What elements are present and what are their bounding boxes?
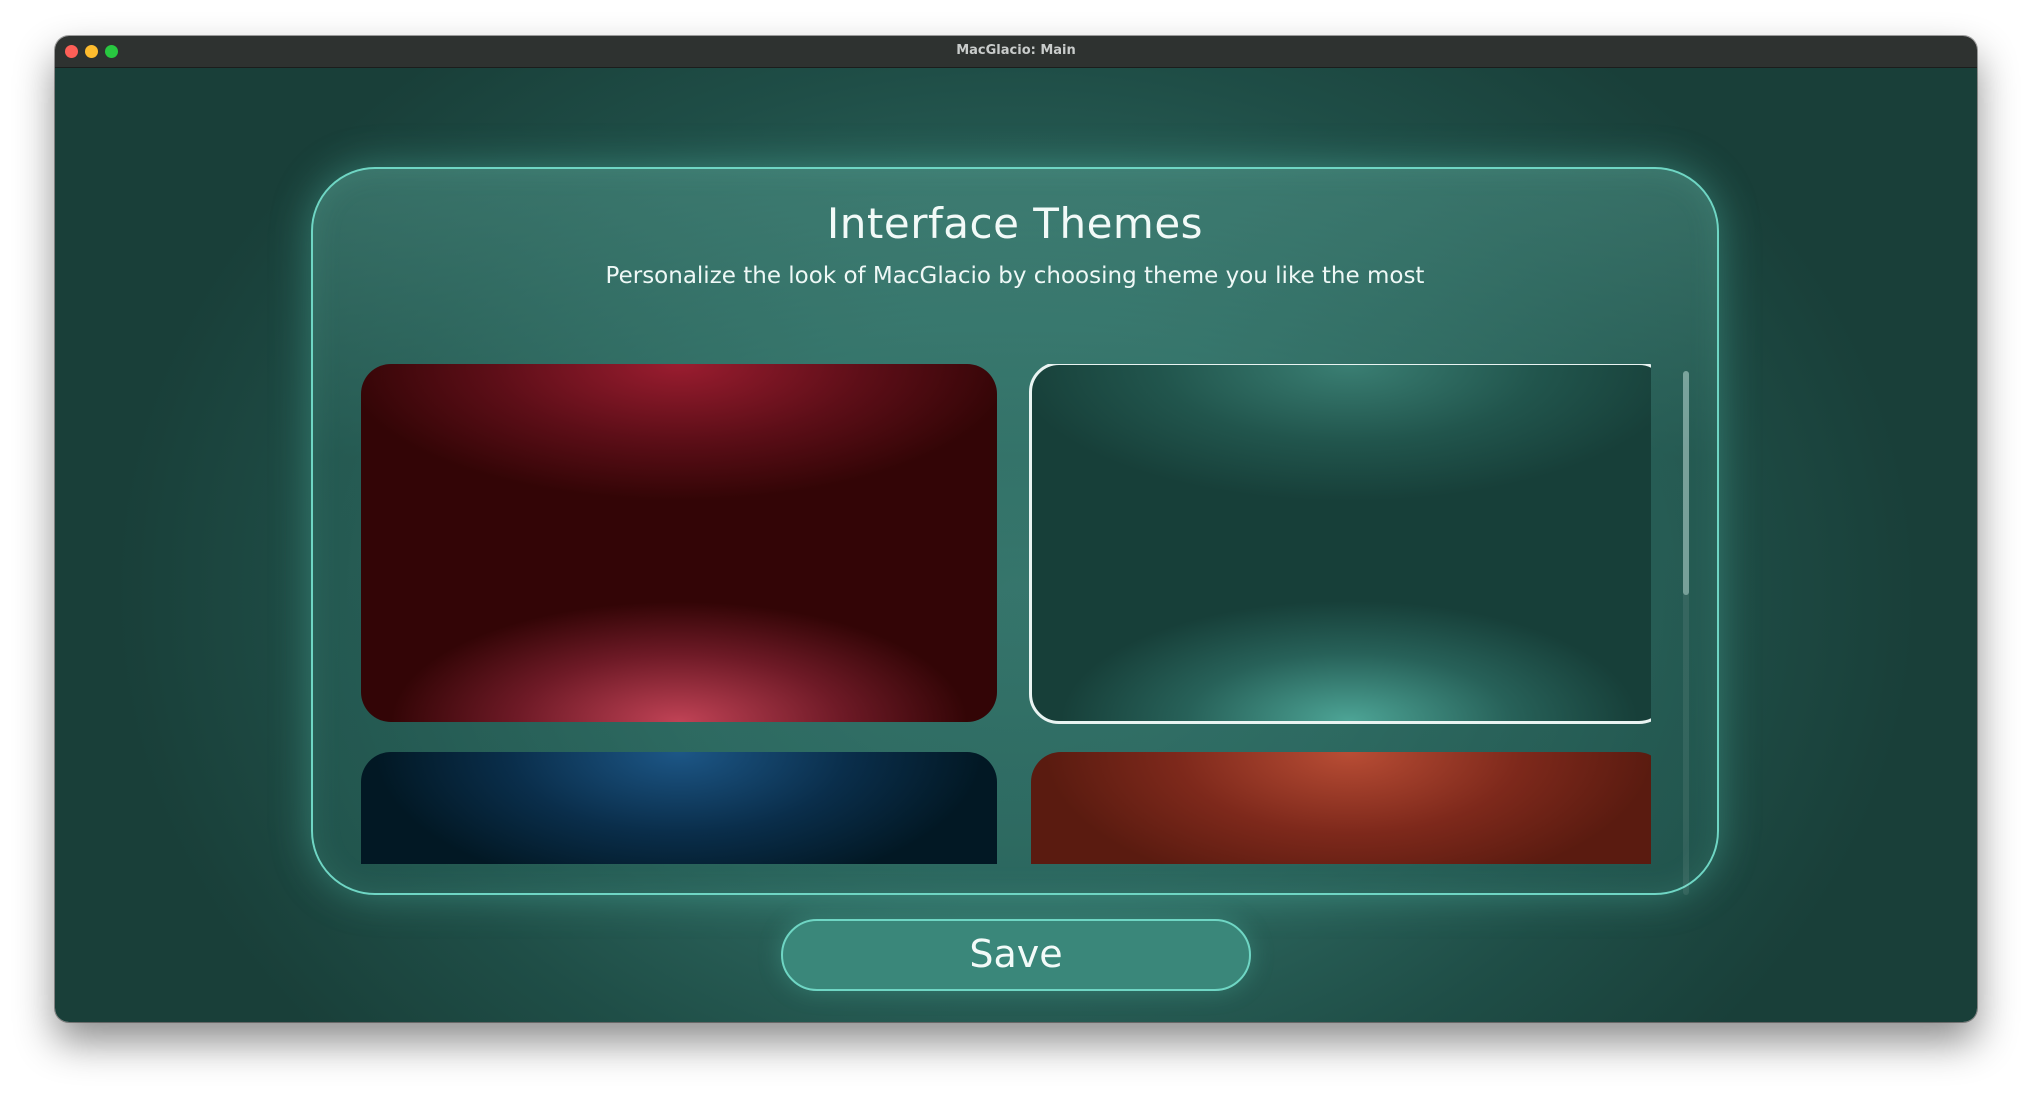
theme-card-red[interactable]	[361, 364, 997, 722]
app-window: MacGlacio: Main Interface Themes Persona…	[55, 36, 1977, 1022]
window-titlebar[interactable]: MacGlacio: Main	[55, 36, 1977, 68]
themes-grid	[361, 364, 1651, 864]
theme-card-blue[interactable]	[361, 752, 997, 864]
themes-scrollbar-thumb[interactable]	[1683, 371, 1689, 595]
panel-subtitle: Personalize the look of MacGlacio by cho…	[605, 263, 1425, 289]
theme-card-orange[interactable]	[1031, 752, 1651, 864]
theme-card-teal-selected[interactable]	[1029, 364, 1651, 724]
themes-scrollbar[interactable]	[1683, 371, 1689, 895]
themes-panel: Interface Themes Personalize the look of…	[311, 167, 1719, 895]
main-content: Interface Themes Personalize the look of…	[55, 68, 1977, 1022]
save-button[interactable]: Save	[781, 919, 1251, 991]
window-title: MacGlacio: Main	[956, 43, 1076, 58]
panel-title: Interface Themes	[826, 199, 1204, 248]
